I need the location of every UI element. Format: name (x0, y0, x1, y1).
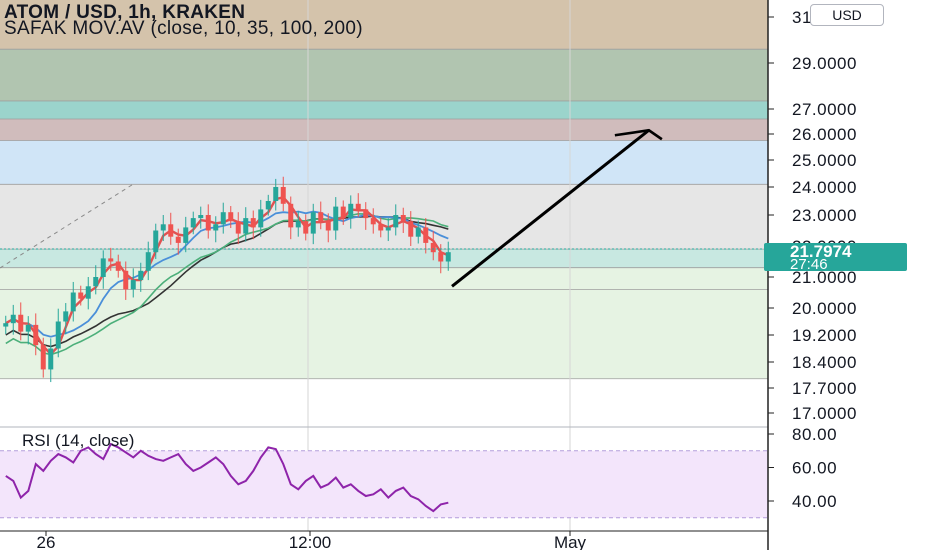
price-zone (0, 119, 768, 141)
candle-body (400, 215, 406, 222)
candle-body (160, 224, 166, 231)
candle-body (303, 221, 309, 234)
candle-body (310, 212, 316, 234)
currency-button[interactable]: USD (810, 4, 884, 26)
candle-body (445, 252, 451, 262)
price-zone (0, 49, 768, 101)
candle-body (385, 227, 391, 231)
candle-body (295, 221, 301, 228)
time-tick-label: May (554, 533, 587, 550)
bar-countdown: 27:46 (790, 256, 828, 273)
price-chart[interactable]: 31.000029.000027.000026.000025.000024.00… (0, 0, 932, 550)
candle-body (33, 324, 39, 346)
price-tick-label: 26.0000 (792, 125, 857, 144)
candle-body (325, 221, 331, 231)
candle-body (363, 209, 369, 219)
price-tick-label: 29.0000 (792, 54, 857, 73)
price-tick-label: 17.7000 (792, 379, 857, 398)
candle-body (63, 311, 69, 322)
candle-body (348, 203, 354, 219)
candle-body (355, 203, 361, 210)
candle-body (220, 212, 226, 225)
price-tick-label: 25.0000 (792, 151, 857, 170)
candle-body (370, 218, 376, 225)
time-tick-label: 12:00 (289, 533, 332, 550)
rsi-tick-label: 40.00 (792, 492, 837, 511)
candle-body (408, 221, 414, 237)
candle-body (250, 218, 256, 228)
candle-body (25, 324, 31, 332)
candle-body (100, 258, 106, 277)
candle-body (438, 252, 444, 262)
candle-body (415, 227, 421, 237)
last-price-tag: 21.7974 27:46 (764, 242, 907, 273)
candle-body (378, 224, 384, 231)
candle-body (85, 286, 91, 299)
candle-body (138, 270, 144, 281)
candle-body (258, 209, 264, 228)
candle-body (78, 292, 84, 299)
rsi-tick-label: 60.00 (792, 459, 837, 478)
candle-body (145, 252, 151, 271)
candle-body (93, 277, 99, 287)
price-zone (0, 140, 768, 185)
time-tick-label: 26 (37, 533, 56, 550)
rsi-band (0, 450, 768, 518)
candle-body (130, 280, 136, 290)
candle-body (235, 221, 241, 234)
candle-body (213, 224, 219, 231)
candle-body (123, 270, 129, 290)
indicator-legend[interactable]: SAFAK MOV.AV (close, 10, 35, 100, 200) (4, 18, 363, 40)
candle-body (18, 314, 24, 332)
price-tick-label: 23.0000 (792, 206, 857, 225)
candle-body (115, 261, 121, 271)
candle-body (288, 203, 294, 228)
price-tick-label: 24.0000 (792, 178, 857, 197)
candle-body (168, 224, 174, 237)
candle-body (423, 227, 429, 243)
price-zone (0, 100, 768, 119)
price-tick-label: 17.0000 (792, 404, 857, 423)
candle-body (318, 212, 324, 222)
candle-body (265, 201, 271, 210)
candle-body (393, 215, 399, 228)
time-axis: 26 12:00 May (37, 531, 587, 550)
candle-body (10, 314, 16, 324)
candle-body (340, 206, 346, 219)
candle-body (228, 212, 234, 222)
price-tick-label: 20.0000 (792, 299, 857, 318)
candle-body (3, 323, 9, 327)
candle-body (48, 348, 54, 370)
candle-body (243, 218, 249, 234)
price-tick-label: 27.0000 (792, 100, 857, 119)
candle-body (108, 258, 114, 262)
rsi-axis: 80.00 60.00 40.00 (768, 425, 837, 511)
candle-body (175, 236, 181, 243)
candle-body (430, 242, 436, 253)
candle-body (70, 292, 76, 312)
candle-body (333, 206, 339, 231)
rsi-pane (0, 442, 768, 519)
candle-body (183, 227, 189, 243)
candle-body (55, 321, 61, 349)
candle-body (198, 215, 204, 219)
price-axis: 31.000029.000027.000026.000025.000024.00… (768, 8, 857, 423)
candle-body (205, 215, 211, 231)
candle-body (280, 187, 286, 204)
price-tick-label: 19.2000 (792, 326, 857, 345)
candle-body (40, 345, 46, 370)
candle-body (190, 218, 196, 228)
rsi-label[interactable]: RSI (14, close) (22, 431, 134, 451)
price-tick-label: 18.4000 (792, 353, 857, 372)
candle-body (273, 187, 279, 201)
rsi-tick-label: 80.00 (792, 425, 837, 444)
